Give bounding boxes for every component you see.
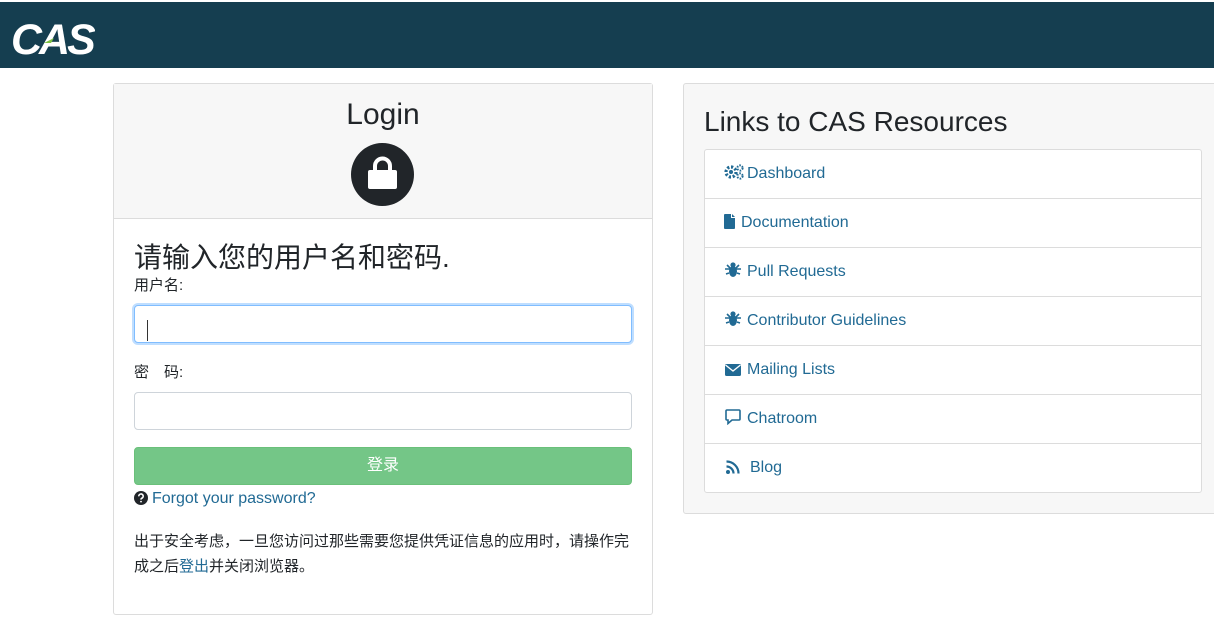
- resource-link-dashboard[interactable]: Dashboard: [705, 150, 1201, 199]
- login-header: Login: [114, 84, 652, 219]
- resource-label: Dashboard: [747, 165, 826, 183]
- notice-text-end: 并关闭浏览器。: [209, 558, 315, 575]
- top-header-bar: CAS: [0, 2, 1214, 68]
- username-label: 用户名:: [134, 277, 184, 294]
- resource-label: Contributor Guidelines: [747, 312, 907, 330]
- forgot-password-row: Forgot your password?: [134, 489, 632, 509]
- envelope-icon: [724, 346, 742, 394]
- username-input[interactable]: [134, 305, 632, 343]
- password-label: 密 码:: [134, 364, 184, 381]
- logo-text: CAS: [11, 16, 95, 60]
- cas-logo[interactable]: CAS: [11, 16, 95, 60]
- resource-label: Blog: [750, 459, 783, 477]
- resource-link-contributor-guidelines[interactable]: Contributor Guidelines: [705, 297, 1201, 346]
- resource-link-pull-requests[interactable]: Pull Requests: [705, 248, 1201, 297]
- login-form: 请输入您的用户名和密码. 用户名: 密 码: 登录 Forgot your pa…: [114, 240, 652, 579]
- resources-title: Links to CAS Resources: [704, 106, 1008, 137]
- lock-icon: [351, 143, 414, 206]
- resource-link-chatroom[interactable]: Chatroom: [705, 395, 1201, 444]
- resource-link-documentation[interactable]: Documentation: [705, 199, 1201, 248]
- resource-label: Pull Requests: [747, 263, 846, 281]
- text-cursor: [147, 320, 148, 341]
- rss-icon: [724, 444, 742, 492]
- logout-link[interactable]: 登出: [179, 558, 209, 575]
- gears-icon: [724, 150, 744, 198]
- resource-link-blog[interactable]: Blog: [705, 444, 1201, 492]
- resources-list: Dashboard Documentation Pull Requests Co…: [704, 149, 1202, 493]
- question-circle-icon: [134, 491, 148, 505]
- file-icon: [724, 199, 735, 247]
- login-title: Login: [346, 98, 420, 131]
- login-card: Login 请输入您的用户名和密码. 用户名: 密 码: 登录 Forgot y…: [113, 83, 653, 615]
- login-submit-button[interactable]: 登录: [134, 447, 632, 485]
- resource-label: Documentation: [741, 214, 849, 232]
- resources-card: Links to CAS Resources Dashboard Documen…: [683, 83, 1214, 514]
- bug-icon: [724, 248, 742, 296]
- login-heading: 请输入您的用户名和密码.: [134, 242, 450, 273]
- security-notice: 出于安全考虑，一旦您访问过那些需要您提供凭证信息的应用时，请操作完成之后登出并关…: [134, 529, 634, 579]
- forgot-password-link[interactable]: Forgot your password?: [152, 490, 316, 507]
- comment-icon: [724, 395, 742, 443]
- resource-label: Mailing Lists: [747, 361, 836, 379]
- password-input[interactable]: [134, 392, 632, 430]
- bug-icon: [724, 297, 742, 345]
- resource-link-mailing-lists[interactable]: Mailing Lists: [705, 346, 1201, 395]
- resource-label: Chatroom: [747, 410, 818, 428]
